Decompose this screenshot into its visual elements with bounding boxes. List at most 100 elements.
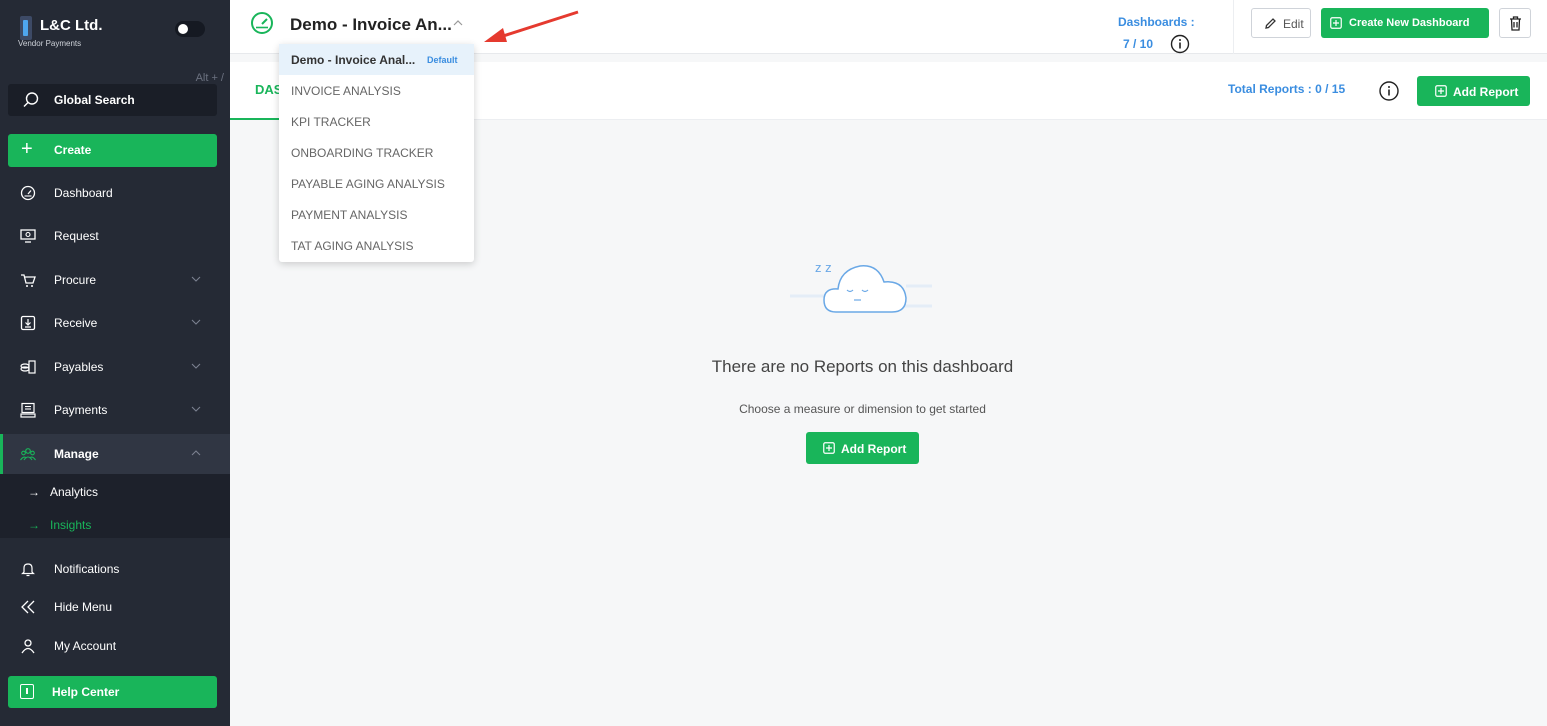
- dropdown-item-onboarding-tracker[interactable]: ONBOARDING TRACKER: [279, 137, 474, 168]
- sidebar-item-label: Receive: [54, 316, 98, 330]
- global-search-button[interactable]: Global Search: [8, 84, 217, 116]
- arrow-right-icon: →: [28, 485, 40, 499]
- sidebar-item-request[interactable]: Request: [0, 216, 230, 256]
- sidebar-item-procure[interactable]: Procure: [0, 260, 230, 300]
- dropdown-item-payable-aging[interactable]: PAYABLE AGING ANALYSIS: [279, 168, 474, 199]
- sidebar-item-manage[interactable]: Manage: [0, 434, 230, 474]
- help-icon: [20, 684, 34, 699]
- sidebar-item-label: Hide Menu: [54, 600, 113, 614]
- dashboards-count-label: Dashboards :: [1118, 15, 1195, 29]
- sidebar-item-hide-menu[interactable]: Hide Menu: [0, 587, 230, 627]
- submenu-item-analytics[interactable]: → Analytics: [28, 485, 98, 499]
- sidebar-item-receive[interactable]: Receive: [0, 303, 230, 343]
- dropdown-item-label: PAYABLE AGING ANALYSIS: [291, 177, 445, 191]
- help-center-label: Help Center: [52, 685, 120, 699]
- dropdown-item-label: Demo - Invoice Anal...: [291, 53, 416, 67]
- payments-icon: [20, 402, 36, 418]
- create-button[interactable]: + Create: [8, 134, 217, 167]
- add-report-label: Add Report: [841, 442, 907, 456]
- dropdown-item-invoice-analysis[interactable]: INVOICE ANALYSIS: [279, 75, 474, 106]
- pencil-icon: [1265, 18, 1276, 29]
- edit-label: Edit: [1283, 17, 1304, 31]
- empty-state-title: There are no Reports on this dashboard: [711, 357, 1014, 376]
- annotation-arrow-icon: [484, 10, 579, 42]
- sleeping-cloud-icon: z z: [790, 260, 932, 313]
- dropdown-item-demo-invoice[interactable]: Demo - Invoice Anal... Default: [279, 44, 474, 75]
- search-shortcut-hint: Alt + /: [195, 72, 224, 84]
- sidebar-item-label: Request: [54, 229, 99, 243]
- help-center-button[interactable]: Help Center: [8, 676, 217, 708]
- info-icon[interactable]: [1378, 80, 1400, 102]
- cart-icon: [21, 274, 36, 287]
- dropdown-item-label: ONBOARDING TRACKER: [291, 146, 434, 160]
- sidebar-item-notifications[interactable]: Notifications: [0, 549, 230, 589]
- dropdown-item-label: KPI TRACKER: [291, 115, 371, 129]
- manage-submenu: → Analytics → Insights: [0, 474, 230, 538]
- request-icon: [20, 229, 36, 243]
- sidebar-item-payables[interactable]: Payables: [0, 347, 230, 387]
- brand: L&C Ltd. Vendor Payments: [0, 0, 230, 58]
- arrow-right-icon: →: [28, 518, 40, 532]
- total-reports-label: Total Reports : 0 / 15: [1228, 82, 1346, 96]
- sidebar-item-dashboard[interactable]: Dashboard: [0, 173, 230, 213]
- chevron-down-icon: [191, 276, 201, 282]
- create-new-dashboard-label: Create New Dashboard: [1349, 17, 1470, 29]
- sidebar-item-label: Dashboard: [54, 186, 113, 200]
- chevron-down-icon: [191, 363, 201, 369]
- info-icon[interactable]: [1170, 34, 1190, 54]
- sidebar-item-label: Procure: [54, 273, 97, 287]
- dropdown-item-payment-analysis[interactable]: PAYMENT ANALYSIS: [279, 199, 474, 230]
- double-chevron-left-icon: [21, 600, 35, 614]
- trash-icon: [1510, 16, 1521, 31]
- dropdown-item-label: TAT AGING ANALYSIS: [291, 239, 414, 253]
- sidebar-item-label: My Account: [54, 639, 117, 653]
- delete-dashboard-button[interactable]: [1499, 8, 1531, 38]
- speedometer-icon: [251, 12, 273, 34]
- chevron-down-icon: [191, 319, 201, 325]
- dropdown-item-kpi-tracker[interactable]: KPI TRACKER: [279, 106, 474, 137]
- submenu-item-label: Insights: [50, 518, 92, 532]
- add-report-label: Add Report: [1453, 85, 1519, 99]
- bell-icon: [21, 563, 35, 577]
- sleep-z-text: z z: [815, 260, 832, 275]
- submenu-item-insights[interactable]: → Insights: [28, 518, 91, 532]
- company-logo-icon: [20, 16, 32, 40]
- edit-button[interactable]: Edit: [1251, 8, 1311, 38]
- add-report-button[interactable]: Add Report: [806, 432, 919, 464]
- sidebar-item-label: Payables: [54, 360, 104, 374]
- global-search-label: Global Search: [54, 93, 135, 107]
- sidebar-item-label: Manage: [54, 447, 99, 461]
- dashboard-selector[interactable]: Demo - Invoice An...: [290, 15, 452, 35]
- default-badge: Default: [427, 55, 458, 65]
- create-new-dashboard-button[interactable]: Create New Dashboard: [1321, 8, 1489, 38]
- dropdown-item-label: PAYMENT ANALYSIS: [291, 208, 408, 222]
- plus-square-icon: [1435, 85, 1447, 97]
- team-icon: [20, 448, 36, 461]
- plus-square-icon: [1330, 17, 1342, 29]
- chevron-up-icon[interactable]: [452, 18, 464, 28]
- plus-icon: +: [21, 138, 33, 160]
- dashboard-dropdown-menu: Demo - Invoice Anal... Default INVOICE A…: [279, 44, 474, 262]
- speedometer-icon: [20, 185, 36, 201]
- dashboards-count-value: 7 / 10: [1123, 37, 1154, 51]
- empty-state-subtitle: Choose a measure or dimension to get sta…: [739, 402, 986, 416]
- submenu-item-label: Analytics: [50, 485, 99, 499]
- sidebar-item-label: Notifications: [54, 562, 120, 576]
- toggle-knob: [178, 24, 188, 34]
- header-divider: [1233, 0, 1234, 54]
- company-subtitle: Vendor Payments: [18, 39, 82, 48]
- sidebar: L&C Ltd. Vendor Payments Alt + / Global …: [0, 0, 230, 726]
- plus-square-icon: [823, 442, 835, 454]
- sidebar-item-payments[interactable]: Payments: [0, 390, 230, 430]
- dropdown-item-label: INVOICE ANALYSIS: [291, 84, 401, 98]
- sidebar-item-label: Payments: [54, 403, 108, 417]
- add-report-button[interactable]: Add Report: [1417, 76, 1530, 106]
- search-icon: [23, 92, 39, 107]
- receive-icon: [20, 315, 36, 331]
- user-icon: [21, 639, 35, 654]
- company-name: L&C Ltd.: [40, 17, 103, 34]
- sidebar-item-my-account[interactable]: My Account: [0, 626, 230, 666]
- theme-toggle[interactable]: [175, 21, 205, 37]
- chevron-up-icon: [191, 450, 201, 456]
- dropdown-item-tat-aging[interactable]: TAT AGING ANALYSIS: [279, 230, 474, 261]
